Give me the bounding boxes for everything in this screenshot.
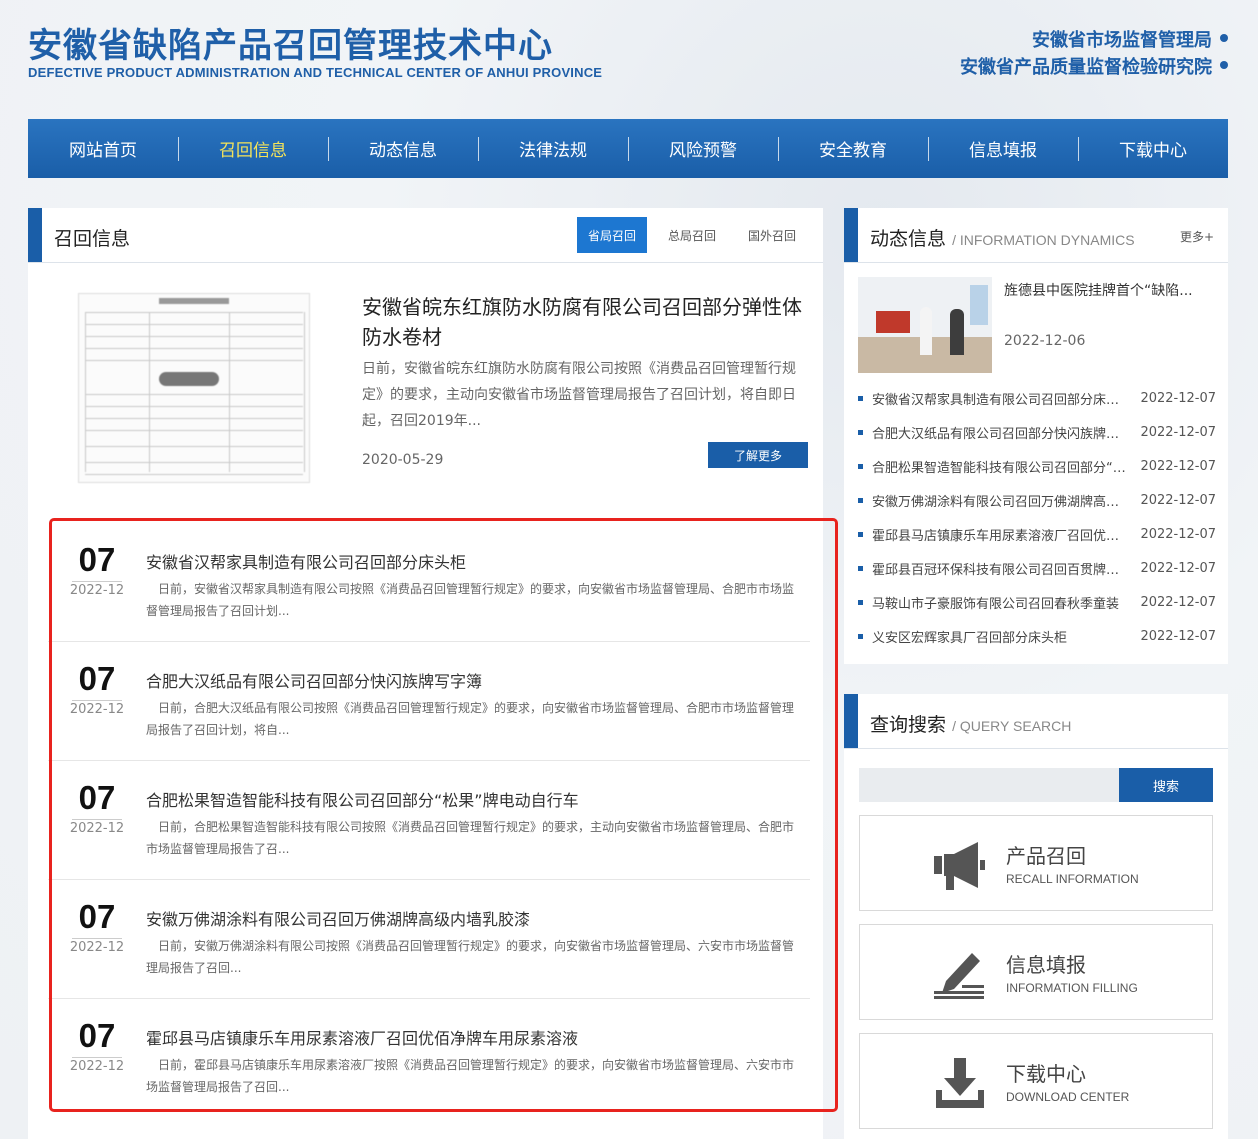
quick-link-subtitle: INFORMATION FILLING [1006, 981, 1138, 995]
panel-divider [844, 748, 1228, 749]
dynamics-panel: 动态信息 / INFORMATION DYNAMICS 更多+ 旌德县中医院挂牌… [844, 208, 1228, 664]
search-title-en: / QUERY SEARCH [952, 718, 1072, 734]
nav-item-home[interactable]: 网站首页 [28, 119, 178, 178]
list-item[interactable]: 安徽省汉帮家具制造有限公司召回部分床头柜 2022-12-07 [858, 381, 1216, 415]
dynamics-item-title[interactable]: 合肥松果智造智能科技有限公司召回部分“松果”牌电动自行车 [872, 457, 1126, 476]
dynamics-list: 安徽省汉帮家具制造有限公司召回部分床头柜 2022-12-07 合肥大汉纸品有限… [858, 381, 1216, 653]
list-item[interactable]: 合肥松果智造智能科技有限公司召回部分“松果”牌电动自行车 2022-12-07 [858, 449, 1216, 483]
dynamics-item-title[interactable]: 安徽省汉帮家具制造有限公司召回部分床头柜 [872, 389, 1126, 408]
nav-item-download[interactable]: 下载中心 [1078, 119, 1228, 178]
nav-item-recall[interactable]: 召回信息 [178, 119, 328, 178]
main-nav: 网站首页 召回信息 动态信息 法律法规 风险预警 安全教育 信息填报 下载中心 [28, 119, 1228, 178]
panel-divider [28, 262, 823, 263]
nav-item-info-report[interactable]: 信息填报 [928, 119, 1078, 178]
site-subtitle: DEFECTIVE PRODUCT ADMINISTRATION AND TEC… [28, 65, 603, 80]
list-item[interactable]: 安徽万佛湖涂料有限公司召回万佛湖牌高级内墙乳胶漆 2022-12-07 [858, 483, 1216, 517]
search-panel: 查询搜索 / QUERY SEARCH 搜索 产品召回 RECALL INFOR… [844, 694, 1228, 1139]
dynamics-item-title[interactable]: 霍邱县百冠环保科技有限公司召回百贯牌车用尿素溶液 [872, 559, 1126, 578]
quick-link-title: 产品召回 [1006, 844, 1086, 868]
site-title[interactable]: 安徽省缺陷产品召回管理技术中心 [28, 18, 553, 67]
tab-national-recall[interactable]: 总局召回 [657, 217, 727, 253]
list-item[interactable]: 义安区宏辉家具厂召回部分床头柜 2022-12-07 [858, 619, 1216, 653]
org-bullet-icon [1220, 61, 1228, 69]
org-bullet-icon [1220, 34, 1228, 42]
highlight-box [49, 518, 838, 1112]
nav-item-safety-education[interactable]: 安全教育 [778, 119, 928, 178]
dynamics-top-title[interactable]: 旌德县中医院挂牌首个“缺陷... [1004, 280, 1214, 302]
feature-title[interactable]: 安徽省皖东红旗防水防腐有限公司召回部分弹性体防水卷材 [362, 292, 808, 352]
list-item[interactable]: 霍邱县百冠环保科技有限公司召回百贯牌车用尿素溶液 2022-12-07 [858, 551, 1216, 585]
search-button[interactable]: 搜索 [1119, 768, 1213, 802]
recall-panel-title: 召回信息 [54, 228, 131, 250]
dynamics-photo[interactable] [858, 277, 992, 373]
dynamics-top-date: 2022-12-06 [1004, 333, 1086, 349]
square-bullet-icon [858, 395, 863, 401]
panel-accent-bar [28, 208, 42, 262]
feature-description: 日前，安徽省皖东红旗防水防腐有限公司按照《消费品召回管理暂行规定》的要求，主动向… [362, 361, 796, 429]
feature-date: 2020-05-29 [362, 452, 444, 468]
list-item[interactable]: 合肥大汉纸品有限公司召回部分快闪族牌写字簿 2022-12-07 [858, 415, 1216, 449]
quick-link-download[interactable]: 下载中心 DOWNLOAD CENTER [859, 1033, 1213, 1129]
dynamics-more-link[interactable]: 更多+ [1180, 228, 1214, 245]
dynamics-title-en: / INFORMATION DYNAMICS [952, 232, 1135, 248]
dynamics-title-cn: 动态信息 [870, 228, 947, 250]
dynamics-item-date: 2022-12-07 [1140, 628, 1216, 644]
quick-link-info-filling[interactable]: 信息填报 INFORMATION FILLING [859, 924, 1213, 1020]
nav-item-dynamics[interactable]: 动态信息 [328, 119, 478, 178]
learn-more-button[interactable]: 了解更多 [708, 442, 808, 468]
dynamics-item-date: 2022-12-07 [1140, 492, 1216, 508]
quick-link-title: 下载中心 [1006, 1062, 1086, 1086]
quick-link-subtitle: DOWNLOAD CENTER [1006, 1090, 1130, 1104]
list-item[interactable]: 马鞍山市子豪服饰有限公司召回春秋季童装 2022-12-07 [858, 585, 1216, 619]
dynamics-item-title[interactable]: 安徽万佛湖涂料有限公司召回万佛湖牌高级内墙乳胶漆 [872, 491, 1126, 510]
square-bullet-icon [858, 565, 863, 571]
square-bullet-icon [858, 633, 863, 639]
dynamics-panel-title: 动态信息 / INFORMATION DYNAMICS [870, 224, 1135, 251]
dynamics-item-date: 2022-12-07 [1140, 424, 1216, 440]
dynamics-item-title[interactable]: 义安区宏辉家具厂召回部分床头柜 [872, 627, 1126, 646]
dynamics-item-date: 2022-12-07 [1140, 560, 1216, 576]
feature-thumbnail[interactable] [68, 283, 318, 488]
recall-tabs: 省局召回 总局召回 国外召回 [567, 217, 807, 253]
dynamics-item-date: 2022-12-07 [1140, 390, 1216, 406]
document-image [78, 293, 310, 483]
nav-item-laws[interactable]: 法律法规 [478, 119, 628, 178]
list-item[interactable]: 霍邱县马店镇康乐车用尿素溶液厂召回优佰净牌车用尿素溶液 2022-12-07 [858, 517, 1216, 551]
quick-link-subtitle: RECALL INFORMATION [1006, 872, 1139, 886]
square-bullet-icon [858, 463, 863, 469]
square-bullet-icon [858, 599, 863, 605]
panel-divider [844, 262, 1228, 263]
org-link-market-supervision[interactable]: 安徽省市场监督管理局 [1032, 26, 1212, 52]
dynamics-item-title[interactable]: 马鞍山市子豪服饰有限公司召回春秋季童装 [872, 593, 1126, 612]
org-link-quality-institute[interactable]: 安徽省产品质量监督检验研究院 [960, 53, 1212, 79]
quick-link-title: 信息填报 [1006, 953, 1086, 977]
nav-item-risk-warning[interactable]: 风险预警 [628, 119, 778, 178]
square-bullet-icon [858, 531, 863, 537]
panel-accent-bar [844, 694, 858, 748]
pen-icon [934, 953, 984, 999]
search-panel-title: 查询搜索 / QUERY SEARCH [870, 710, 1071, 737]
dynamics-item-date: 2022-12-07 [1140, 594, 1216, 610]
download-icon [936, 1058, 984, 1108]
square-bullet-icon [858, 497, 863, 503]
dynamics-item-title[interactable]: 霍邱县马店镇康乐车用尿素溶液厂召回优佰净牌车用尿素溶液 [872, 525, 1126, 544]
dynamics-item-date: 2022-12-07 [1140, 526, 1216, 542]
dynamics-item-date: 2022-12-07 [1140, 458, 1216, 474]
dynamics-item-title[interactable]: 合肥大汉纸品有限公司召回部分快闪族牌写字簿 [872, 423, 1126, 442]
panel-accent-bar [844, 208, 858, 262]
square-bullet-icon [858, 429, 863, 435]
search-title-cn: 查询搜索 [870, 714, 947, 736]
tab-foreign-recall[interactable]: 国外召回 [737, 217, 807, 253]
quick-link-recall[interactable]: 产品召回 RECALL INFORMATION [859, 815, 1213, 911]
search-input[interactable] [859, 768, 1119, 802]
tab-provincial-recall[interactable]: 省局召回 [577, 217, 647, 253]
megaphone-icon [934, 842, 985, 890]
